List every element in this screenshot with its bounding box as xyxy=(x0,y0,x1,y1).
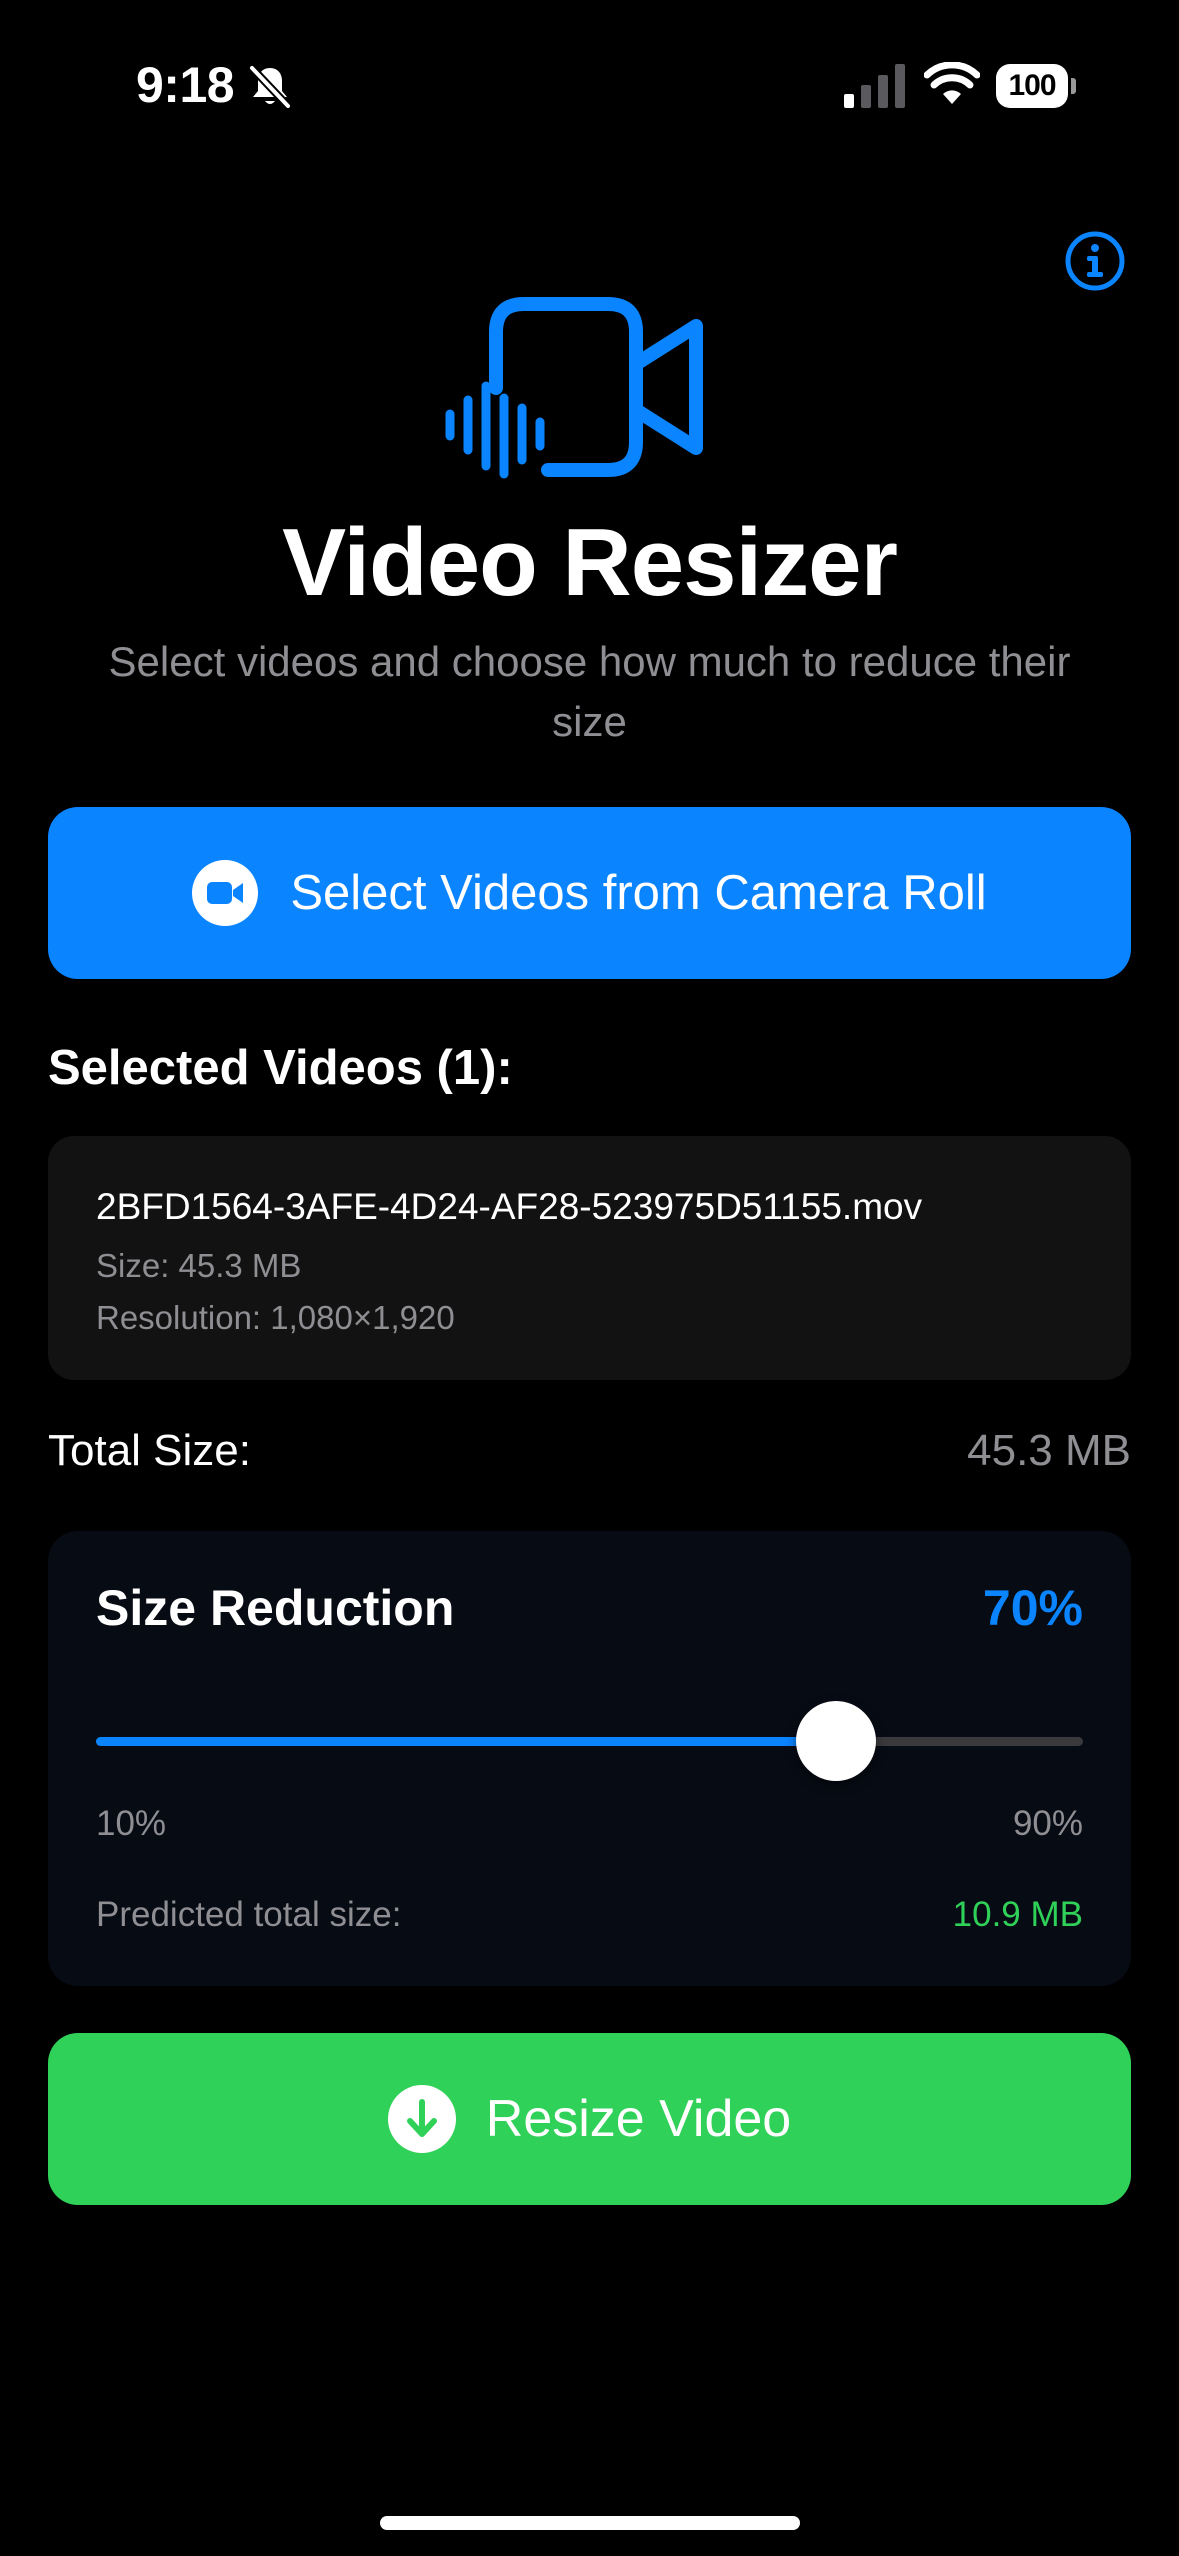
predicted-size-value: 10.9 MB xyxy=(952,1895,1083,1934)
battery-tip xyxy=(1071,78,1076,94)
app-title: Video Resizer xyxy=(282,509,898,616)
select-videos-button[interactable]: Select Videos from Camera Roll xyxy=(48,807,1131,979)
total-size-value: 45.3 MB xyxy=(967,1426,1131,1475)
size-reduction-panel: Size Reduction 70% 10% 90% Predicted tot… xyxy=(48,1531,1131,1986)
size-reduction-value: 70% xyxy=(982,1580,1083,1636)
video-size: Size: 45.3 MB xyxy=(96,1247,302,1284)
size-reduction-slider[interactable] xyxy=(96,1701,1083,1781)
resize-video-label: Resize Video xyxy=(485,2090,792,2148)
video-resolution: Resolution: 1,080×1,920 xyxy=(96,1299,455,1336)
video-file-name: 2BFD1564-3AFE-4D24-AF28-523975D51155.mov xyxy=(96,1186,923,1227)
info-icon[interactable] xyxy=(1064,230,1126,292)
download-circle-icon xyxy=(387,2085,456,2153)
screen: 9:18 100 Video Resizer Select videos and… xyxy=(0,0,1179,2556)
app-subtitle: Select videos and choose how much to red… xyxy=(108,638,1071,745)
video-list-item: 2BFD1564-3AFE-4D24-AF28-523975D51155.mov… xyxy=(48,1136,1131,1380)
predicted-size-label: Predicted total size: xyxy=(96,1895,402,1934)
slider-min-label: 10% xyxy=(96,1804,167,1843)
cellular-signal-icon xyxy=(844,64,905,108)
resize-video-button[interactable]: Resize Video xyxy=(48,2033,1131,2205)
size-reduction-title: Size Reduction xyxy=(96,1580,455,1636)
select-videos-label: Select Videos from Camera Roll xyxy=(290,866,987,920)
battery-level: 100 xyxy=(996,64,1068,108)
battery-indicator: 100 xyxy=(996,64,1076,108)
total-size-label: Total Size: xyxy=(48,1426,251,1475)
slider-fill xyxy=(96,1737,837,1746)
bell-slash-icon xyxy=(249,65,291,109)
video-camera-waveform-icon xyxy=(445,297,703,479)
slider-max-label: 90% xyxy=(1012,1804,1083,1843)
wifi-icon xyxy=(924,62,980,104)
status-time: 9:18 xyxy=(136,57,235,113)
video-camera-circle-icon xyxy=(192,860,259,926)
slider-thumb[interactable] xyxy=(796,1701,877,1781)
home-indicator[interactable] xyxy=(380,2516,800,2530)
selected-videos-heading: Selected Videos (1): xyxy=(48,1041,513,1095)
